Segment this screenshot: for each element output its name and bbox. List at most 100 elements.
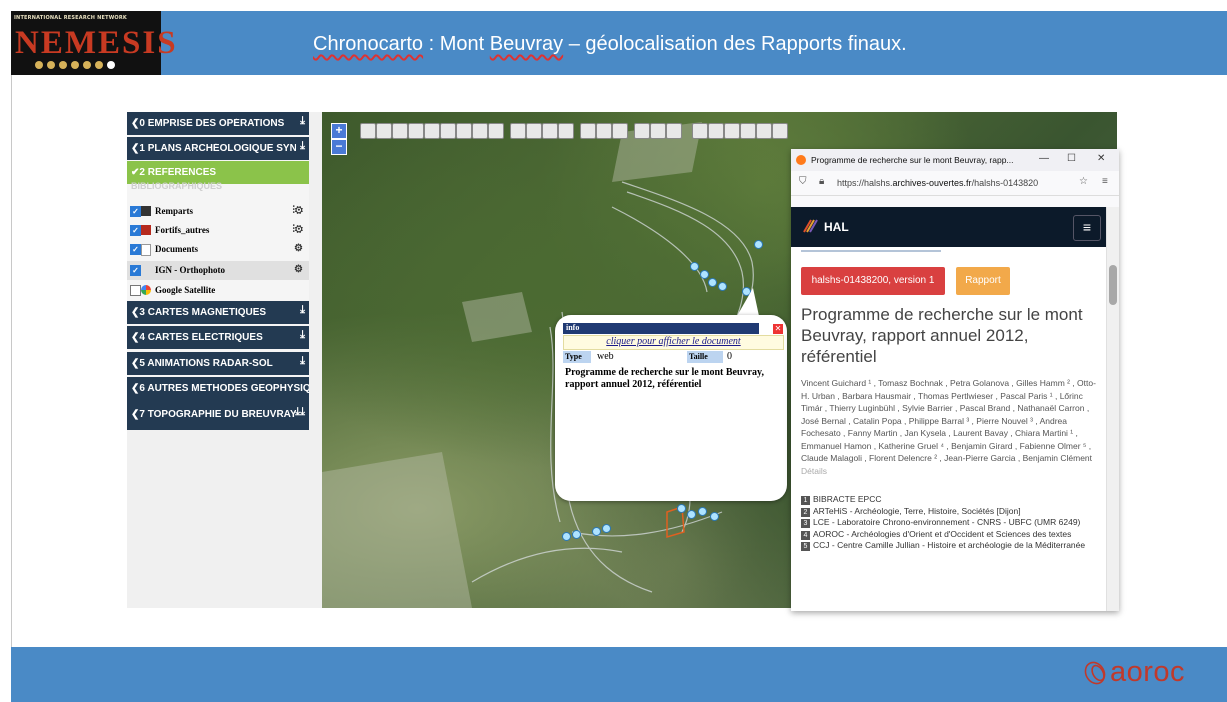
download-icon[interactable]: ⤓ xyxy=(300,304,305,317)
tool-icon-3[interactable] xyxy=(392,123,408,139)
shield-icon[interactable]: ⛉ xyxy=(799,176,807,187)
sublayer-fortifs[interactable]: ✓ Fortifs_autres ⫶⚙ xyxy=(127,221,309,240)
tool-icon-1[interactable] xyxy=(360,123,376,139)
map-marker[interactable] xyxy=(602,524,611,533)
sublayer-google-satellite[interactable]: Google Satellite xyxy=(127,281,309,300)
close-icon[interactable]: ✕ xyxy=(772,323,784,335)
tool-icon-7[interactable] xyxy=(456,123,472,139)
layer-group-7[interactable]: ❮7 TOPOGRAPHIE DU BREUVRAY ⤓⤓ xyxy=(127,400,309,430)
title-beuvray: Beuvray xyxy=(489,33,564,55)
zoom-out-button[interactable]: − xyxy=(331,139,347,155)
map-marker[interactable] xyxy=(592,527,601,536)
sublayer-ign-orthophoto[interactable]: ✓ IGN - Orthophoto ⚙ xyxy=(127,261,309,280)
tool-icon-4[interactable] xyxy=(408,123,424,139)
tool-icon-14[interactable] xyxy=(580,123,596,139)
layer-group-6[interactable]: ❮6 AUTRES METHODES GEOPHYSIQUE xyxy=(127,377,309,400)
sublayer-remparts[interactable]: ✓ Remparts ⫶⚙ xyxy=(127,202,309,221)
checkbox-icon[interactable]: ✓ xyxy=(130,244,141,255)
checkbox-icon[interactable]: ✓ xyxy=(130,225,141,236)
minimize-icon[interactable]: — xyxy=(1039,153,1049,164)
type-badge[interactable]: Rapport xyxy=(956,267,1010,295)
tool-icon-8[interactable] xyxy=(472,123,488,139)
download-icon[interactable]: ⤓ xyxy=(300,329,305,342)
layer-group-5[interactable]: ❮5 ANIMATIONS RADAR-SOL ⤓ xyxy=(127,352,309,375)
lock-icon[interactable]: 🔒︎ xyxy=(819,176,824,187)
map-marker[interactable] xyxy=(698,507,707,516)
download-icon[interactable]: ⤓ xyxy=(300,355,305,368)
tool-icon-19[interactable] xyxy=(666,123,682,139)
popup-header: info xyxy=(563,323,759,334)
tool-icon-15[interactable] xyxy=(596,123,612,139)
download-icon[interactable]: ⤓ xyxy=(300,140,305,153)
checkbox-icon[interactable] xyxy=(130,285,141,296)
bookmark-star-icon[interactable]: ☆ xyxy=(1079,176,1088,187)
slide-border xyxy=(11,75,12,647)
affiliation-item[interactable]: 1 BIBRACTE EPCC xyxy=(801,494,1101,506)
layer-group-0[interactable]: ❮0 EMPRISE DES OPÉRATIONS ⤓ xyxy=(127,112,309,135)
sublayer-documents[interactable]: ✓ Documents ⚙ xyxy=(127,240,309,259)
tool-icon-13[interactable] xyxy=(558,123,574,139)
tool-icon-17[interactable] xyxy=(634,123,650,139)
checkbox-icon[interactable]: ✓ xyxy=(130,206,141,217)
affiliation-item[interactable]: 4 AOROC - Archéologies d'Orient et d'Occi… xyxy=(801,529,1101,541)
document-title: Programme de recherche sur le mont Beuvr… xyxy=(801,305,1083,366)
tool-icon-5[interactable] xyxy=(424,123,440,139)
map-marker[interactable] xyxy=(754,240,763,249)
menu-icon[interactable]: ≡ xyxy=(1102,176,1108,187)
title-mid: : Mont xyxy=(423,33,490,55)
tool-icon-12[interactable] xyxy=(542,123,558,139)
map-marker[interactable] xyxy=(710,512,719,521)
map-marker[interactable] xyxy=(690,262,699,271)
settings-icon[interactable]: ⫶⚙ xyxy=(292,205,303,216)
popup-pointer xyxy=(737,288,759,316)
settings-icon[interactable]: ⚙ xyxy=(294,243,303,254)
details-link[interactable]: Détails xyxy=(801,466,827,476)
open-document-link[interactable]: cliquer pour afficher le document xyxy=(563,335,784,350)
affiliation-item[interactable]: 5 CCJ - Centre Camille Jullian - Histoire… xyxy=(801,540,1101,552)
tool-icon-22[interactable] xyxy=(724,123,740,139)
affiliation-item[interactable]: 2 ARTeHiS - Archéologie, Terre, Histoire,… xyxy=(801,506,1101,518)
layer-group-4[interactable]: ❮4 CARTES ELECTRIQUES ⤓ xyxy=(127,326,309,349)
tool-icon-25[interactable] xyxy=(772,123,788,139)
tool-icon-9[interactable] xyxy=(488,123,504,139)
url-text[interactable]: https://halshs.archives-ouvertes.fr/hals… xyxy=(837,178,1038,188)
page-scrollbar[interactable] xyxy=(1106,207,1119,611)
version-badge[interactable]: halshs-01438200, version 1 xyxy=(801,267,945,295)
tool-icon-16[interactable] xyxy=(612,123,628,139)
download-icon[interactable]: ⤓⤓ xyxy=(295,406,305,419)
layer-group-3[interactable]: ❮3 CARTES MAGNETIQUES ⤓ xyxy=(127,301,309,324)
tool-icon-21[interactable] xyxy=(708,123,724,139)
address-bar[interactable]: ⛉ 🔒︎ https://halshs.archives-ouvertes.fr… xyxy=(791,171,1119,196)
download-icon[interactable]: ⤓ xyxy=(300,115,305,128)
settings-icon[interactable]: ⫶⚙ xyxy=(292,224,303,235)
settings-icon[interactable]: ⚙ xyxy=(294,264,303,275)
hamburger-menu-icon[interactable]: ≡ xyxy=(1073,215,1101,241)
logo-wordmark: NEMESIS xyxy=(15,25,178,61)
map-marker[interactable] xyxy=(708,278,717,287)
zoom-in-button[interactable]: + xyxy=(331,123,347,139)
browser-titlebar: Programme de recherche sur le mont Beuvr… xyxy=(791,149,1119,171)
tool-icon-23[interactable] xyxy=(740,123,756,139)
map-marker[interactable] xyxy=(700,270,709,279)
tool-icon-20[interactable] xyxy=(692,123,708,139)
tool-icon-10[interactable] xyxy=(510,123,526,139)
tool-icon-6[interactable] xyxy=(440,123,456,139)
maximize-icon[interactable]: ☐ xyxy=(1067,153,1076,164)
scroll-thumb[interactable] xyxy=(1109,265,1117,305)
tool-icon-2[interactable] xyxy=(376,123,392,139)
legend-swatch xyxy=(141,225,151,235)
firefox-icon xyxy=(796,155,806,165)
map-marker[interactable] xyxy=(572,530,581,539)
close-icon[interactable]: ✕ xyxy=(1097,153,1105,164)
tool-icon-18[interactable] xyxy=(650,123,666,139)
map-application: ❮0 EMPRISE DES OPÉRATIONS ⤓ ❮1 PLANS ARCH… xyxy=(127,112,1119,611)
tool-icon-11[interactable] xyxy=(526,123,542,139)
map-marker[interactable] xyxy=(677,504,686,513)
layer-group-1[interactable]: ❮1 PLANS ARCHÉOLOGIQUE SYNTHE⤓ xyxy=(127,137,309,160)
map-marker[interactable] xyxy=(718,282,727,291)
affiliation-item[interactable]: 3 LCE - Laboratoire Chrono-environnement … xyxy=(801,517,1101,529)
checkbox-icon[interactable]: ✓ xyxy=(130,265,141,276)
map-marker[interactable] xyxy=(562,532,571,541)
map-marker[interactable] xyxy=(687,510,696,519)
tool-icon-24[interactable] xyxy=(756,123,772,139)
